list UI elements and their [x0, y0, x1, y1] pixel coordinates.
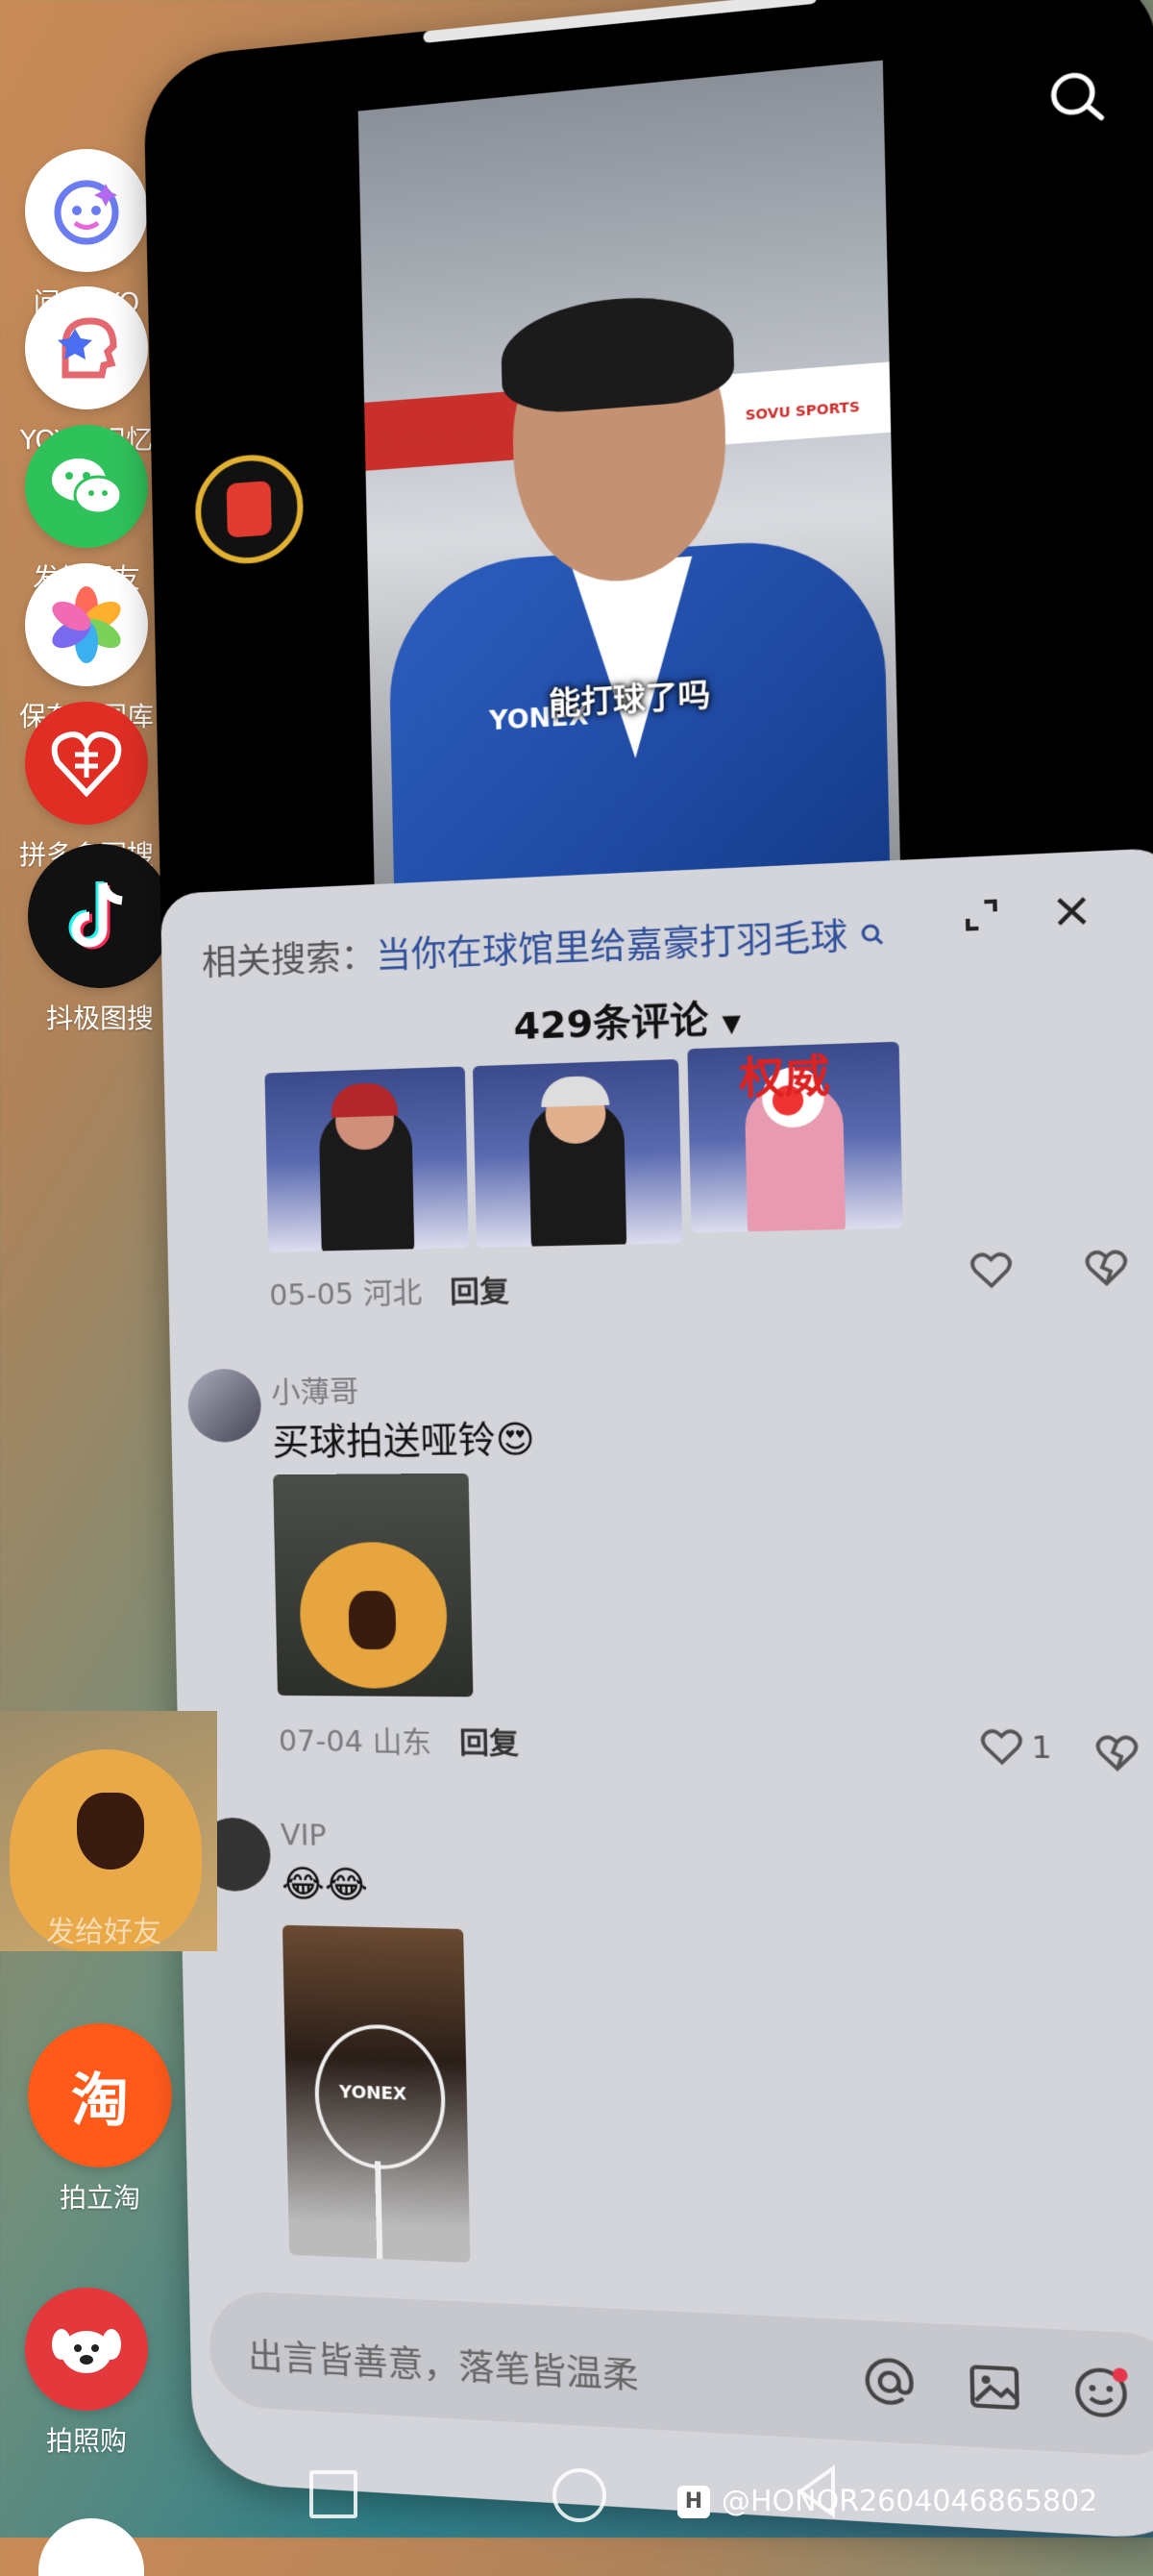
share-douyin-search[interactable]: 抖极图搜: [23, 844, 177, 1036]
like-count: 1: [1031, 1729, 1053, 1766]
comment-count[interactable]: 429条评论 ▼: [513, 987, 742, 1050]
emoji-icon[interactable]: [1068, 2361, 1134, 2425]
broken-heart-icon: [1085, 1249, 1129, 1288]
related-search-prefix: 相关搜索：: [201, 936, 377, 984]
jd-dog-icon: [25, 2288, 148, 2411]
chevron-down-icon: ▼: [722, 1008, 742, 1038]
comment-image-thumb[interactable]: 权威: [687, 1041, 903, 1233]
related-search[interactable]: 相关搜索：当你在球馆里给嘉豪打羽毛球: [202, 906, 888, 986]
share-jd[interactable]: 拍照购: [10, 2288, 163, 2459]
notch-bar: [423, 0, 818, 43]
reply-button[interactable]: 回复: [458, 1719, 520, 1763]
close-icon[interactable]: [1042, 881, 1103, 941]
comment-date: 05-05 河北: [268, 1276, 423, 1314]
gallery-flower-icon: [25, 563, 148, 686]
comment-image-thumb[interactable]: [472, 1058, 683, 1248]
yoyo-face-icon: [25, 149, 148, 272]
comment-sheet: 相关搜索：当你在球馆里给嘉豪打羽毛球 429条评论 ▼ 权威 05-05 河北 …: [159, 847, 1153, 2542]
share-taobao[interactable]: 淘 拍立淘: [23, 2023, 177, 2216]
comment-image-monkey[interactable]: [273, 1473, 474, 1697]
share-label: 抖极图搜: [45, 1003, 154, 1034]
douyin-icon: [28, 844, 172, 988]
monkey-mouth: [77, 1793, 144, 1870]
broken-heart-icon: [1095, 1734, 1140, 1773]
dislike-button[interactable]: [1085, 1249, 1129, 1288]
yoyo-memory-icon: [25, 286, 148, 409]
comment-image-thumb[interactable]: [264, 1066, 469, 1252]
heart-icon: [980, 1728, 1023, 1768]
dislike-button[interactable]: [1095, 1734, 1140, 1773]
taobao-icon: 淘: [28, 2023, 172, 2167]
watermark: H @HONOR2604046865802: [677, 2485, 1097, 2518]
comment-input-placeholder: 出言皆善意，落笔皆温柔: [247, 2337, 640, 2397]
like-button[interactable]: 1: [980, 1728, 1052, 1768]
watermark-text: @HONOR2604046865802: [722, 2485, 1098, 2518]
like-button[interactable]: [969, 1251, 1013, 1290]
comment-input[interactable]: 出言皆善意，落笔皆温柔: [208, 2290, 1153, 2459]
video-subtitle: 能打球了吗: [548, 675, 711, 723]
comment-username[interactable]: VIP: [281, 1819, 328, 1853]
comment-image-racket[interactable]: YONEX: [282, 1924, 471, 2264]
reply-button[interactable]: 回复: [450, 1267, 510, 1311]
video-frame[interactable]: CHAMPION SOVU SPORTS YONEX 能打球了吗: [357, 60, 901, 900]
recents-icon[interactable]: [309, 2470, 357, 2518]
drag-preview-image[interactable]: 发给好友: [0, 1711, 217, 1951]
heart-icon: [969, 1251, 1013, 1290]
comment-date: 07-04 山东: [278, 1724, 432, 1761]
mention-icon[interactable]: [857, 2350, 921, 2414]
expand-icon[interactable]: [951, 885, 1012, 945]
red-packet-gift-icon[interactable]: [194, 451, 305, 567]
wechat-icon: [25, 425, 148, 548]
search-icon[interactable]: [1040, 59, 1116, 136]
image-icon[interactable]: [962, 2355, 1026, 2419]
honor-logo-icon: H: [677, 2485, 710, 2518]
related-search-icon: [859, 921, 887, 948]
avatar[interactable]: [187, 1368, 262, 1443]
share-label: 拍立淘: [59, 2182, 140, 2214]
related-search-query[interactable]: 当你在球馆里给嘉豪打羽毛球: [376, 917, 848, 977]
pinduoduo-icon: [25, 702, 148, 825]
app-preview-card[interactable]: CHAMPION SOVU SPORTS YONEX 能打球了吗 相关搜索：当你…: [142, 0, 1153, 2542]
comment-text: 😂😂: [281, 1862, 369, 1907]
home-icon[interactable]: [552, 2468, 606, 2522]
ghost-share-label: 发给好友: [46, 1916, 161, 1949]
comment-username[interactable]: 小薄哥: [271, 1367, 359, 1411]
thumb-overlay-text: 权威: [738, 1051, 831, 1105]
racket-brand-text: YONEX: [338, 2081, 407, 2105]
comment-text: 买球拍送哑铃😍: [271, 1417, 536, 1464]
